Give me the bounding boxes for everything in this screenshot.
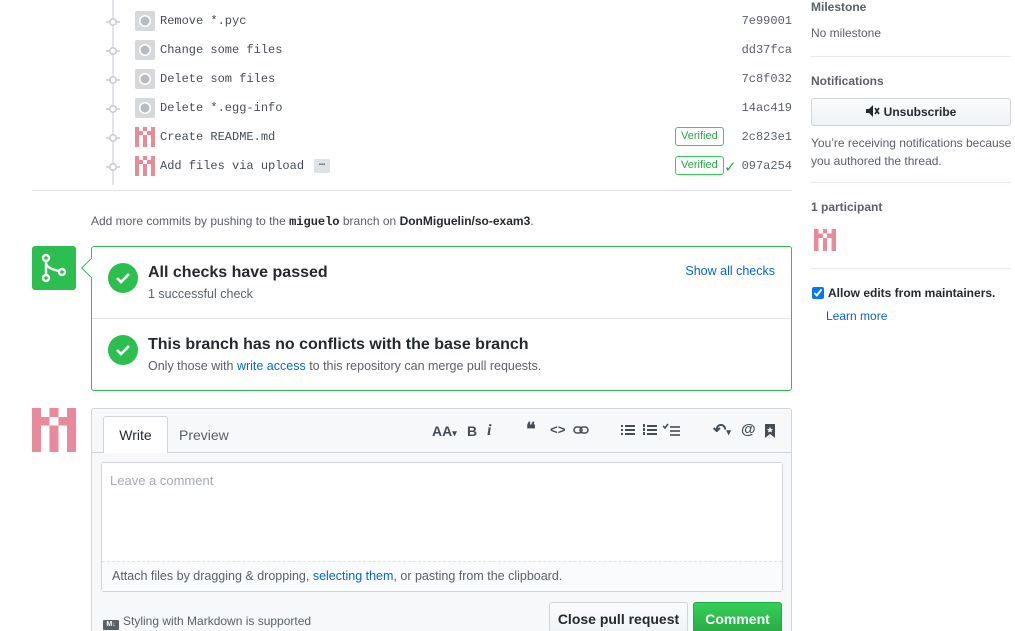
mute-icon: [865, 105, 880, 117]
milestone-value: No milestone: [811, 26, 882, 40]
participants-heading: 1 participant: [811, 200, 883, 214]
no-conflicts-icon: [108, 335, 138, 365]
conflicts-title: This branch has no conflicts with the ba…: [148, 336, 529, 353]
commit-message-link[interactable]: Delete som files: [160, 72, 275, 86]
commit-author-avatar[interactable]: [135, 11, 155, 31]
commit-node-icon: [106, 15, 120, 29]
add-more-middle: branch on: [339, 214, 400, 228]
markdown-icon: M↓: [103, 620, 119, 630]
notifications-heading: Notifications: [811, 74, 884, 88]
checks-section: All checks have passed 1 successful chec…: [92, 247, 791, 318]
notification-reason: You’re receiving notifications because y…: [811, 136, 1012, 168]
user-avatar: [32, 408, 76, 452]
commit-row: Add files via upload… Verified ✓ 097a254: [0, 151, 800, 180]
branch-name: miguelo: [289, 215, 340, 229]
commit-message-link[interactable]: Remove *.pyc: [160, 14, 246, 28]
commit-author-avatar[interactable]: [135, 69, 155, 89]
mention-icon[interactable]: @: [741, 421, 756, 438]
merge-status-box: All checks have passed 1 successful chec…: [81, 246, 792, 391]
add-more-suffix: .: [530, 214, 534, 228]
commit-row: Delete som files 7c8f032: [0, 64, 800, 93]
merge-branch-icon: [32, 246, 76, 290]
allow-edits-checkbox[interactable]: [812, 287, 824, 299]
commit-sha-link[interactable]: 2c823e1: [732, 130, 792, 144]
commit-node-icon: [106, 131, 120, 145]
conflicts-subtitle: Only those with write access to this rep…: [148, 359, 542, 373]
participant-avatar[interactable]: [814, 229, 836, 251]
add-more-commits-note: Add more commits by pushing to the migue…: [91, 214, 534, 229]
task-list-icon[interactable]: [662, 423, 681, 440]
commit-sha-link[interactable]: 7e99001: [732, 14, 792, 28]
checks-subtitle: 1 successful check: [148, 287, 253, 301]
commits-divider: [32, 190, 792, 191]
unsubscribe-button[interactable]: Unsubscribe: [811, 98, 1011, 126]
selecting-them-link[interactable]: selecting them: [313, 569, 394, 583]
show-all-checks-link[interactable]: Show all checks: [685, 264, 775, 278]
add-more-prefix: Add more commits by pushing to the: [91, 214, 290, 228]
repo-name: DonMiguelin/so-exam3: [399, 214, 531, 228]
commit-row: Delete *.egg-info 14ac419: [0, 93, 800, 122]
checks-title: All checks have passed: [148, 264, 328, 281]
conflicts-section: This branch has no conflicts with the ba…: [92, 319, 791, 391]
commit-sha-link[interactable]: 097a254: [732, 159, 792, 173]
bookmark-icon[interactable]: [764, 423, 776, 442]
expand-commit-button[interactable]: …: [314, 159, 331, 173]
allow-edits-option[interactable]: Allow edits from maintainers.: [812, 286, 995, 300]
attach-files-bar[interactable]: Attach files by dragging & dropping, sel…: [102, 561, 782, 591]
commit-author-avatar[interactable]: [135, 98, 155, 118]
header-text-icon[interactable]: AA▾: [432, 423, 457, 439]
markdown-support-note[interactable]: M↓ Styling with Markdown is supported: [103, 614, 311, 630]
commit-row: Create README.md Verified 2c823e1: [0, 122, 800, 151]
tab-write[interactable]: Write: [103, 416, 168, 453]
unordered-list-icon[interactable]: [621, 423, 635, 440]
commit-node-icon: [106, 73, 120, 87]
milestone-heading[interactable]: Milestone: [811, 0, 866, 14]
verified-badge[interactable]: Verified: [675, 156, 724, 175]
commit-node-icon: [106, 160, 120, 174]
comment-form: Write Preview AA▾ B i ❝ <> ↶▾ @ Attach f…: [91, 408, 792, 631]
comment-textarea[interactable]: [102, 463, 782, 561]
commit-node-icon: [106, 102, 120, 116]
tab-preview[interactable]: Preview: [179, 427, 229, 443]
close-pull-request-button[interactable]: Close pull request: [549, 602, 688, 631]
commit-message-link[interactable]: Create README.md: [160, 130, 275, 144]
write-access-link[interactable]: write access: [237, 359, 306, 373]
commit-sha-link[interactable]: dd37fca: [732, 43, 792, 57]
commit-message-link[interactable]: Change some files: [160, 43, 282, 57]
commit-node-icon: [106, 44, 120, 58]
commit-message-link[interactable]: Add files via upload…: [160, 159, 331, 173]
link-icon[interactable]: [573, 423, 589, 440]
checks-passed-icon: [108, 263, 138, 293]
commit-author-avatar[interactable]: [135, 40, 155, 60]
comment-button[interactable]: Comment: [693, 602, 782, 631]
verified-badge[interactable]: Verified: [675, 127, 724, 146]
code-icon[interactable]: <>: [550, 423, 566, 438]
commit-author-avatar[interactable]: [135, 127, 155, 147]
commit-message-link[interactable]: Delete *.egg-info: [160, 101, 282, 115]
commit-sha-link[interactable]: 7c8f032: [732, 72, 792, 86]
quote-icon[interactable]: ❝: [526, 419, 536, 440]
commit-row: Remove *.pyc 7e99001: [0, 6, 800, 35]
commit-sha-link[interactable]: 14ac419: [732, 101, 792, 115]
italic-icon[interactable]: i: [487, 422, 491, 440]
comment-textarea-wrapper: Attach files by dragging & dropping, sel…: [101, 462, 783, 592]
commit-author-avatar[interactable]: [135, 156, 155, 176]
bold-icon[interactable]: B: [467, 423, 477, 439]
reply-icon[interactable]: ↶▾: [713, 420, 731, 440]
commit-row: Change some files dd37fca: [0, 35, 800, 64]
learn-more-link[interactable]: Learn more: [826, 309, 887, 323]
ordered-list-icon[interactable]: [643, 423, 657, 440]
